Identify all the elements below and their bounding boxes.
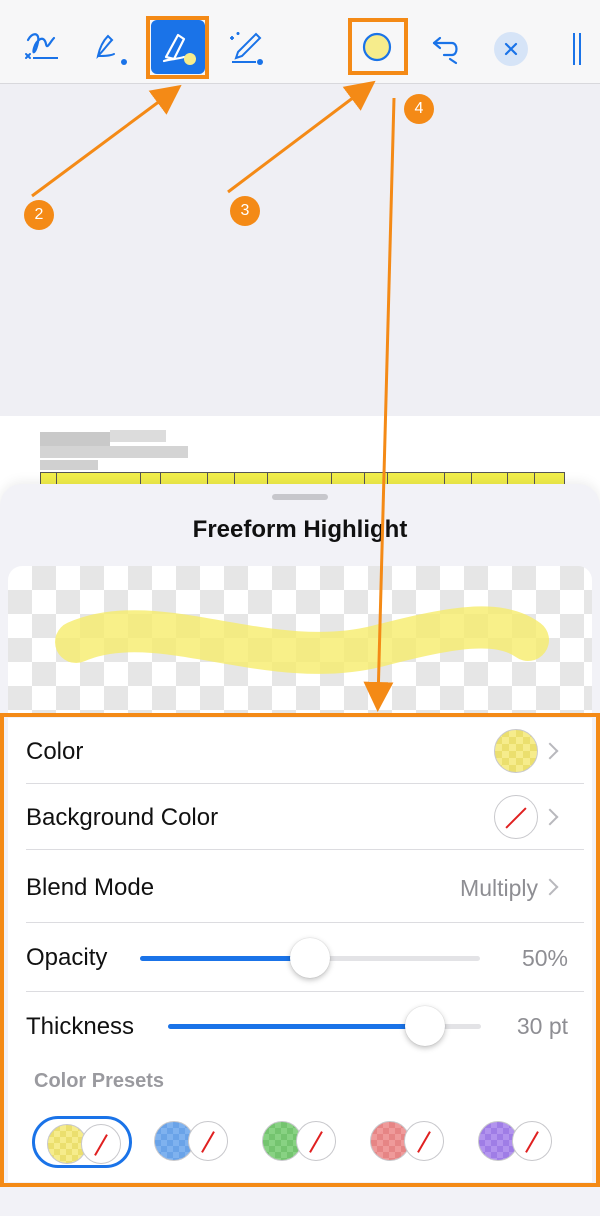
- handle-icon: [573, 33, 581, 65]
- highlight-box-tool: [146, 16, 209, 79]
- sheet-grabber[interactable]: [272, 494, 328, 500]
- undo-button[interactable]: [424, 28, 468, 68]
- close-icon: [504, 42, 518, 56]
- redacted-text: [40, 432, 110, 446]
- ink-tool-button[interactable]: [86, 24, 132, 70]
- sheet-title: Freeform Highlight: [192, 516, 408, 543]
- undo-icon: [432, 36, 458, 65]
- magic-ink-tool-button[interactable]: [222, 24, 268, 70]
- toolbar-handle[interactable]: [566, 30, 588, 68]
- step-badge-3: 3: [230, 196, 260, 226]
- step-badge-4: 4: [404, 94, 434, 124]
- signature-tool-button[interactable]: [18, 24, 64, 70]
- highlight-box-color: [348, 18, 408, 75]
- signature-icon: [25, 33, 58, 59]
- redacted-text: [40, 446, 188, 458]
- magic-pen-icon: [230, 32, 263, 65]
- step-badge-2: 2: [24, 200, 54, 230]
- highlight-stroke-preview: [55, 606, 549, 674]
- highlight-box-settings: [0, 713, 600, 1187]
- document-canvas[interactable]: [0, 84, 600, 416]
- redacted-text: [40, 460, 98, 470]
- close-button[interactable]: [494, 32, 528, 66]
- stroke-preview: [8, 566, 592, 714]
- annotation-toolbar: [0, 0, 600, 84]
- pen-icon: [96, 34, 127, 65]
- redacted-text: [110, 430, 166, 442]
